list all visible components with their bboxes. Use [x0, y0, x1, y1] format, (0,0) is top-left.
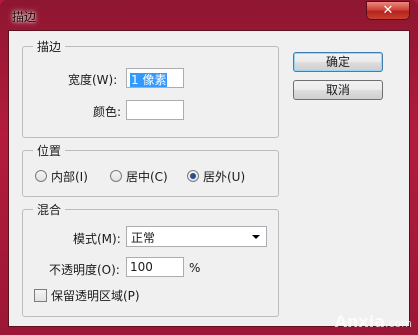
- blend-group-legend: 混合: [33, 201, 66, 218]
- window-title: 描边: [12, 10, 37, 24]
- width-input[interactable]: 1 像素: [126, 68, 184, 88]
- watermark-domain: .com: [385, 317, 412, 330]
- color-label: 颜色:: [93, 105, 122, 119]
- opacity-label: 不透明度(O):: [49, 263, 120, 277]
- cancel-button[interactable]: 取消: [293, 80, 383, 100]
- radio-center-button[interactable]: [110, 170, 122, 182]
- mode-label: 模式(M):: [73, 232, 121, 246]
- watermark-logo: Anxia.com: [335, 312, 412, 331]
- ok-button[interactable]: 确定: [293, 52, 383, 72]
- blend-group: 混合 模式(M): 正常 不透明度(O): 100 % 保留透明区域(P): [22, 201, 279, 317]
- title-bar[interactable]: 描边 ✕: [0, 0, 418, 30]
- close-icon: ✕: [382, 3, 394, 18]
- opacity-value: 100: [130, 260, 153, 274]
- opacity-input[interactable]: 100: [126, 257, 184, 277]
- stroke-group: 描边 宽度(W): 1 像素 颜色:: [22, 38, 279, 138]
- radio-inside-label[interactable]: 内部(I): [51, 168, 88, 185]
- chevron-down-icon: [252, 235, 260, 239]
- mode-value: 正常: [131, 231, 156, 245]
- position-group: 位置 内部(I) 居中(C) 居外(U): [22, 142, 279, 197]
- preserve-transparency-label[interactable]: 保留透明区域(P): [51, 287, 140, 304]
- stroke-dialog: 描边 ✕ 描边 宽度(W): 1 像素 颜色: 位置 内部(I) 居中(C) 居…: [0, 0, 418, 335]
- position-group-legend: 位置: [33, 142, 66, 159]
- width-value: 1 像素: [130, 73, 168, 87]
- radio-outside-label[interactable]: 居外(U): [203, 168, 245, 185]
- watermark-text: Anxia: [334, 312, 385, 331]
- stroke-group-legend: 描边: [33, 38, 66, 55]
- width-label: 宽度(W):: [68, 73, 118, 87]
- radio-outside-button[interactable]: [187, 170, 199, 182]
- mode-select[interactable]: 正常: [126, 226, 267, 247]
- radio-inside-button[interactable]: [35, 170, 47, 182]
- opacity-unit: %: [189, 261, 201, 275]
- preserve-transparency-checkbox[interactable]: [34, 289, 47, 302]
- color-swatch[interactable]: [126, 100, 184, 120]
- radio-center-label[interactable]: 居中(C): [126, 168, 168, 185]
- dialog-body: 描边 宽度(W): 1 像素 颜色: 位置 内部(I) 居中(C) 居外(U): [8, 30, 410, 327]
- close-button[interactable]: ✕: [366, 1, 410, 20]
